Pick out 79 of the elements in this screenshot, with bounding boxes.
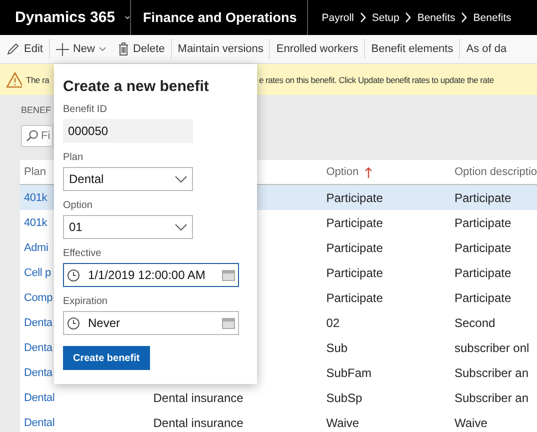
dropdown[interactable]: 01 <box>63 215 193 239</box>
table-cell: Dental insurance <box>153 390 244 404</box>
plan-link[interactable]: Denta <box>24 366 52 378</box>
table-cell: Subscriber an <box>454 390 529 404</box>
message-text: e rates on this benefit. Click Update benefit rates to update the rate <box>259 74 494 84</box>
table-cell: Participate <box>454 290 512 304</box>
table-cell: Sub <box>326 340 348 354</box>
chevron-down-icon <box>175 224 187 230</box>
toolbar-button[interactable]: New <box>48 39 112 59</box>
warning-icon <box>6 72 22 88</box>
table-cell: Waive <box>326 416 360 430</box>
plan-link[interactable]: Dental <box>24 416 55 428</box>
table-cell: Participate <box>326 190 383 204</box>
table-cell: Participate <box>454 240 512 254</box>
field-label: Expiration <box>63 296 108 307</box>
plan-link[interactable]: Denta <box>24 316 52 328</box>
breadcrumb-link[interactable]: Benefits <box>417 12 456 24</box>
table-cell: Participate <box>326 290 383 304</box>
field-label: Effective <box>63 248 102 259</box>
column-header[interactable]: Option descriptio <box>454 166 537 178</box>
chevron-down-icon <box>175 176 187 182</box>
chevron-right-icon <box>461 12 468 23</box>
calendar-icon <box>222 318 235 328</box>
column-header[interactable]: Option <box>326 166 359 178</box>
plan-link[interactable]: Admi <box>24 242 48 254</box>
read-only-field: 000050 <box>63 119 193 143</box>
toolbar-button[interactable]: Enrolled workers <box>269 39 364 59</box>
plan-link[interactable]: 401k <box>24 192 48 204</box>
breadcrumb-link[interactable]: Setup <box>372 12 400 24</box>
create-benefit-button[interactable]: Create benefit <box>63 346 150 370</box>
table-cell: Participate <box>454 216 512 230</box>
table-cell: Participate <box>326 216 383 230</box>
plan-link[interactable]: Dental <box>24 392 55 404</box>
filter-field[interactable]: Fi <box>21 125 53 147</box>
chevron-down-icon <box>125 14 130 21</box>
app-title[interactable]: Dynamics 365 <box>15 9 116 26</box>
search-icon <box>26 130 38 142</box>
plan-link[interactable]: Comp <box>24 292 53 304</box>
breadcrumb-link[interactable]: Payroll <box>322 12 354 24</box>
field-label: Benefit ID <box>63 104 108 115</box>
toolbar-button[interactable]: Benefit elements <box>364 39 460 59</box>
calendar-icon <box>222 270 235 280</box>
message-text: The ra <box>26 74 50 84</box>
plus-icon <box>56 42 69 56</box>
table-cell: Participate <box>326 240 383 254</box>
chevron-right-icon <box>405 12 412 23</box>
table-cell: Participate <box>326 266 383 280</box>
plan-link[interactable]: 401k <box>24 216 48 228</box>
table-cell: Waive <box>454 416 488 430</box>
table-cell: SubSp <box>326 390 362 404</box>
table-cell: subscriber onl <box>454 340 530 354</box>
pencil-icon <box>6 42 20 56</box>
field-label: Option <box>63 200 94 211</box>
chevron-right-icon <box>360 12 366 23</box>
clock-icon <box>67 268 80 282</box>
clock-icon <box>67 316 80 330</box>
toolbar-button[interactable]: As of da <box>459 39 513 59</box>
table-cell: Subscriber an <box>454 366 529 380</box>
plan-link[interactable]: Cell p <box>24 266 51 278</box>
table-cell: Second <box>454 316 496 330</box>
plan-link[interactable]: Denta <box>24 342 52 354</box>
caret-icon <box>98 47 106 51</box>
date-field[interactable]: 1/1/2019 12:00:00 AM <box>63 263 239 287</box>
table-cell: 02 <box>326 316 340 330</box>
trash-icon <box>118 42 129 56</box>
table-cell: Participate <box>454 190 512 204</box>
table-cell: Participate <box>454 266 512 280</box>
breadcrumb-link[interactable]: Benefits <box>473 12 512 24</box>
date-field[interactable]: Never <box>63 311 239 335</box>
column-header[interactable]: Plan <box>24 166 46 178</box>
field-label: Plan <box>63 152 84 163</box>
table-cell: SubFam <box>326 366 372 380</box>
dropdown[interactable]: Dental <box>63 167 193 191</box>
table-cell: Dental insurance <box>153 416 244 430</box>
toolbar-button[interactable]: Delete <box>112 39 171 59</box>
section-label: BENEF <box>21 105 52 117</box>
toolbar-button[interactable]: Maintain versions <box>170 39 270 59</box>
dialog-title: Create a new benefit <box>63 78 210 95</box>
toolbar-button[interactable]: Edit <box>0 39 49 59</box>
